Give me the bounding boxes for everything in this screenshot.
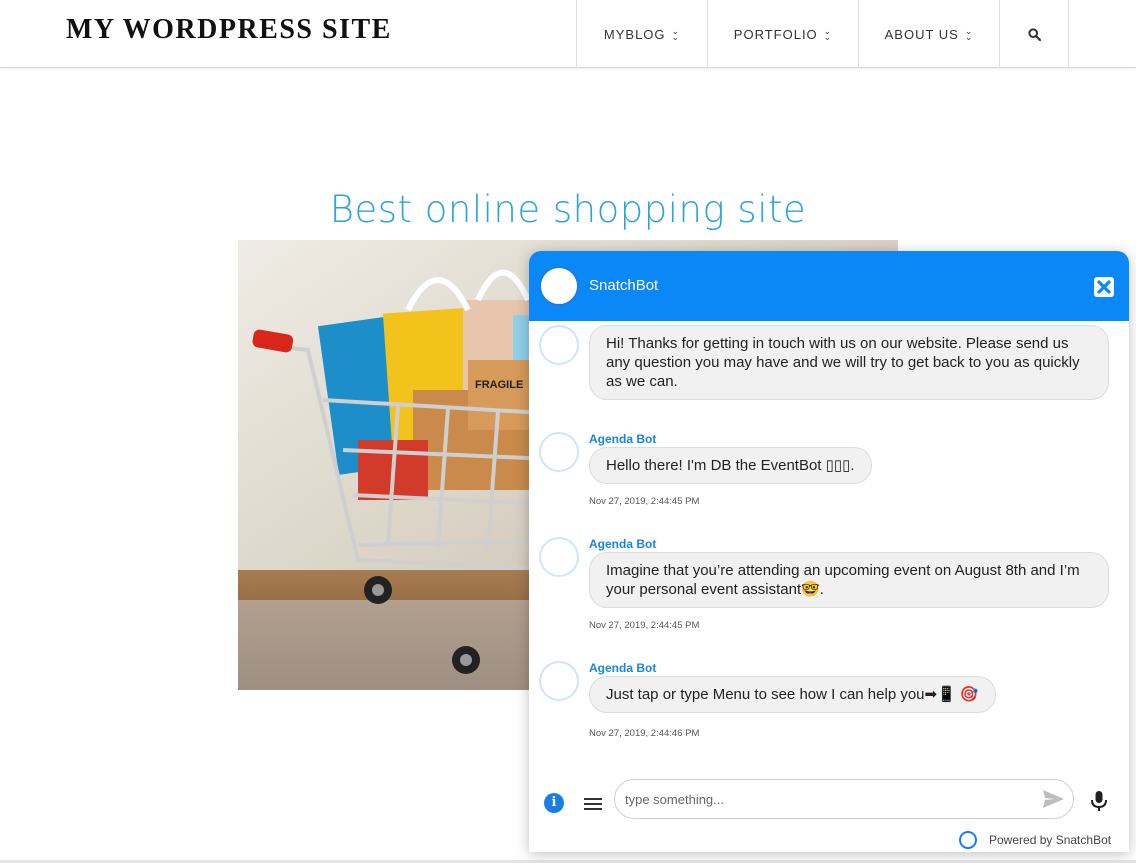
message-bubble: Hello there! I'm DB the EventBot ▯▯▯. bbox=[589, 447, 872, 484]
search-icon bbox=[1027, 27, 1041, 41]
nav-item-label: ABOUT US bbox=[884, 26, 959, 42]
send-icon[interactable] bbox=[1041, 789, 1065, 809]
chat-widget: SnatchBot Hi! Thanks for getting in touc… bbox=[529, 251, 1129, 852]
top-navigation-bar: MY WORDPRESS SITE MYBLOG ⌄ ⌄ PORTFOLIO ⌄ ⌄… bbox=[0, 0, 1136, 68]
nav-item-portfolio[interactable]: PORTFOLIO ⌄ ⌄ bbox=[707, 0, 858, 68]
page-title: Best online shopping site bbox=[329, 188, 807, 231]
message-timestamp: Nov 27, 2019, 2:44:46 PM bbox=[589, 728, 700, 739]
nav-item-myblog[interactable]: MYBLOG ⌄ ⌄ bbox=[576, 0, 707, 68]
message-bubble: Just tap or type Menu to see how I can h… bbox=[589, 676, 996, 713]
bot-avatar-icon bbox=[539, 325, 579, 365]
chat-header: SnatchBot bbox=[529, 251, 1129, 321]
chevron-down-icon: ⌄ ⌄ bbox=[823, 26, 833, 42]
sender-name: Agenda Bot bbox=[589, 537, 657, 551]
site-title[interactable]: MY WORDPRESS SITE bbox=[66, 14, 392, 46]
message-input[interactable] bbox=[614, 779, 1074, 819]
chat-input-bar: i bbox=[529, 779, 1129, 823]
info-icon[interactable]: i bbox=[544, 793, 564, 813]
chevron-down-icon: ⌄ ⌄ bbox=[671, 26, 681, 42]
message-bubble: Hi! Thanks for getting in touch with us … bbox=[589, 325, 1109, 400]
powered-by-label: Powered by SnatchBot bbox=[989, 833, 1112, 847]
close-icon[interactable] bbox=[1093, 276, 1115, 298]
nav-item-label: MYBLOG bbox=[603, 26, 666, 42]
message-bubble: Imagine that you’re attending an upcomin… bbox=[589, 552, 1109, 608]
message-timestamp: Nov 27, 2019, 2:44:45 PM bbox=[589, 620, 700, 631]
bot-avatar-icon bbox=[539, 537, 579, 577]
chat-title: SnatchBot bbox=[589, 277, 659, 294]
fragile-label: FRAGILE bbox=[475, 379, 523, 391]
bot-avatar-icon bbox=[539, 266, 579, 306]
search-button[interactable] bbox=[999, 0, 1069, 68]
bot-avatar-icon bbox=[539, 432, 579, 472]
snatchbot-logo-icon bbox=[959, 831, 977, 849]
sender-name: Agenda Bot bbox=[589, 661, 657, 675]
sender-name: Agenda Bot bbox=[589, 432, 657, 446]
message-timestamp: Nov 27, 2019, 2:44:45 PM bbox=[589, 496, 700, 507]
menu-icon[interactable] bbox=[584, 795, 604, 811]
main-menu: MYBLOG ⌄ ⌄ PORTFOLIO ⌄ ⌄ ABOUT US ⌄ ⌄ bbox=[576, 0, 1069, 68]
bot-avatar-icon bbox=[539, 661, 579, 701]
nav-item-about-us[interactable]: ABOUT US ⌄ ⌄ bbox=[858, 0, 999, 68]
microphone-icon[interactable] bbox=[1089, 790, 1109, 812]
nav-item-label: PORTFOLIO bbox=[733, 26, 818, 42]
chevron-down-icon: ⌄ ⌄ bbox=[964, 26, 974, 42]
powered-by[interactable]: Powered by SnatchBot bbox=[959, 830, 1111, 850]
